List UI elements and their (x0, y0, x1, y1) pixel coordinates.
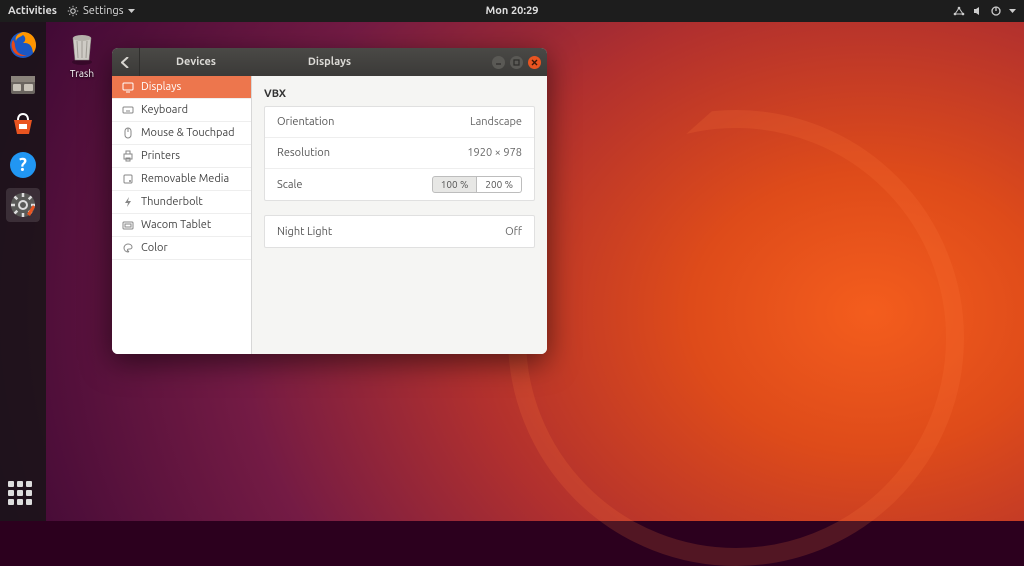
sidebar-item-label: Displays (141, 81, 181, 93)
sidebar-item-label: Keyboard (141, 104, 188, 116)
chevron-down-icon[interactable] (1009, 9, 1016, 13)
scale-toggle: 100 % 200 % (432, 176, 522, 193)
resolution-label: Resolution (277, 147, 330, 159)
keyboard-icon (122, 104, 134, 116)
color-icon (122, 242, 134, 254)
scale-row: Scale 100 % 200 % (265, 169, 534, 200)
app-menu-label: Settings (83, 5, 124, 17)
removable-icon (122, 173, 134, 185)
settings-sidebar: Displays Keyboard Mouse & Touchpad Print… (112, 76, 252, 354)
top-bar: Activities Settings Mon 20:29 (0, 0, 1024, 22)
back-button[interactable] (112, 48, 140, 76)
sidebar-item-label: Thunderbolt (141, 196, 203, 208)
sidebar-item-removable[interactable]: Removable Media (112, 168, 251, 191)
sidebar-title: Devices (140, 56, 252, 68)
window-title: Displays (308, 56, 351, 68)
nightlight-row[interactable]: Night Light Off (265, 216, 534, 247)
sidebar-item-color[interactable]: Color (112, 237, 251, 260)
nightlight-card: Night Light Off (264, 215, 535, 248)
mouse-icon (122, 127, 134, 139)
clock[interactable]: Mon 20:29 (486, 5, 539, 17)
tablet-icon (122, 219, 134, 231)
settings-content: VBX Orientation Landscape Resolution 192… (252, 76, 547, 354)
sidebar-item-printers[interactable]: Printers (112, 145, 251, 168)
resolution-value: 1920 × 978 (467, 147, 522, 159)
sidebar-item-label: Mouse & Touchpad (141, 127, 235, 139)
display-icon (122, 81, 134, 93)
sidebar-item-thunderbolt[interactable]: Thunderbolt (112, 191, 251, 214)
titlebar[interactable]: Devices Displays (112, 48, 547, 76)
dock: ? (0, 22, 46, 521)
sidebar-item-label: Wacom Tablet (141, 219, 211, 231)
power-icon[interactable] (991, 6, 1001, 16)
orientation-label: Orientation (277, 116, 334, 128)
close-button[interactable] (528, 56, 541, 69)
sidebar-item-keyboard[interactable]: Keyboard (112, 99, 251, 122)
resolution-row[interactable]: Resolution 1920 × 978 (265, 138, 534, 169)
orientation-value: Landscape (470, 116, 522, 128)
desktop-trash-label: Trash (56, 68, 108, 79)
network-icon[interactable] (953, 6, 965, 16)
scale-100-button[interactable]: 100 % (432, 176, 478, 193)
sidebar-item-displays[interactable]: Displays (112, 76, 251, 99)
chevron-left-icon (121, 57, 130, 68)
sidebar-item-label: Printers (141, 150, 180, 162)
volume-icon[interactable] (973, 6, 983, 16)
sidebar-item-label: Removable Media (141, 173, 229, 185)
chevron-down-icon (128, 9, 135, 13)
orientation-row[interactable]: Orientation Landscape (265, 107, 534, 138)
show-applications-button[interactable] (8, 481, 38, 511)
sidebar-item-mouse[interactable]: Mouse & Touchpad (112, 122, 251, 145)
svg-text:?: ? (19, 155, 27, 175)
scale-200-button[interactable]: 200 % (477, 176, 522, 193)
dock-firefox[interactable] (6, 28, 40, 62)
sidebar-item-wacom[interactable]: Wacom Tablet (112, 214, 251, 237)
app-menu-button[interactable]: Settings (67, 5, 135, 17)
nightlight-value: Off (505, 226, 522, 238)
dock-software[interactable] (6, 108, 40, 142)
thunderbolt-icon (122, 196, 134, 208)
activities-button[interactable]: Activities (8, 5, 57, 17)
minimize-button[interactable] (492, 56, 505, 69)
display-device-name: VBX (264, 88, 535, 100)
gear-icon (67, 5, 79, 17)
settings-window: Devices Displays Displays Keyboard Mouse… (112, 48, 547, 354)
dock-help[interactable]: ? (6, 148, 40, 182)
display-properties-card: Orientation Landscape Resolution 1920 × … (264, 106, 535, 201)
sidebar-item-label: Color (141, 242, 168, 254)
maximize-button[interactable] (510, 56, 523, 69)
desktop-trash[interactable]: Trash (56, 28, 108, 79)
dock-settings[interactable] (6, 188, 40, 222)
nightlight-label: Night Light (277, 226, 332, 238)
dock-files[interactable] (6, 68, 40, 102)
scale-label: Scale (277, 179, 302, 191)
printer-icon (122, 150, 134, 162)
